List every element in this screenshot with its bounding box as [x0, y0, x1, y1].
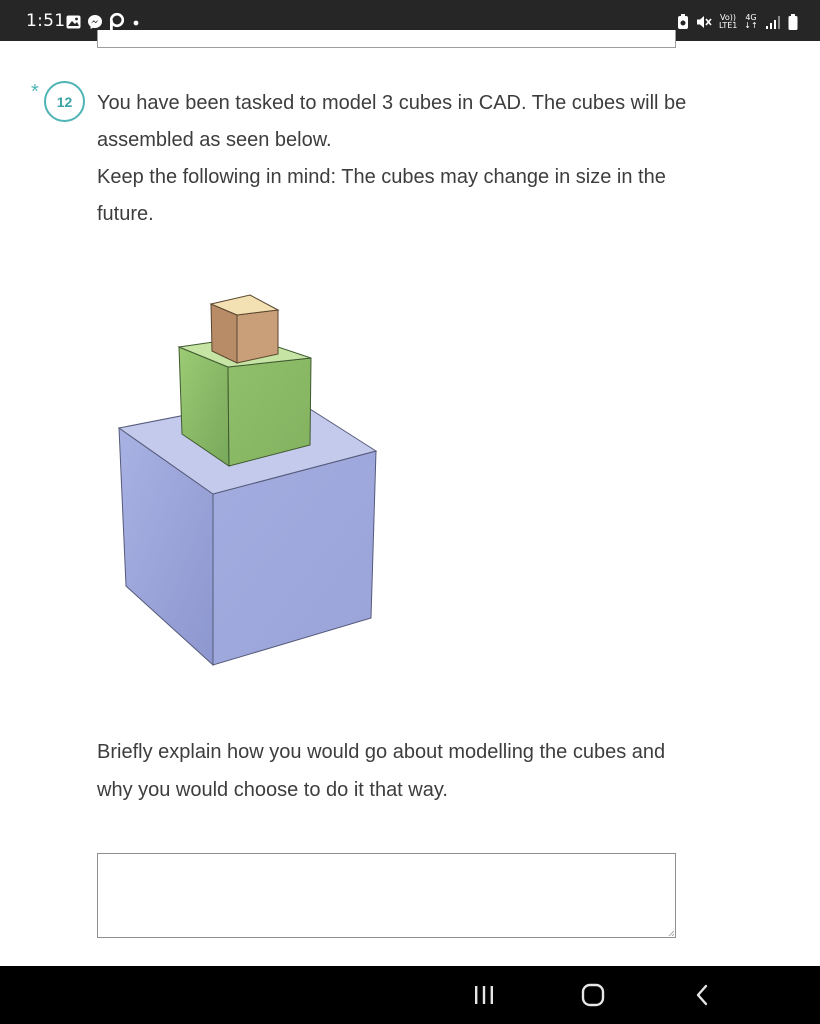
question-text-line2: Keep the following in mind: The cubes ma… [97, 166, 666, 225]
recents-icon [475, 986, 493, 1004]
volte-icon: Vo)) LTE1 [719, 14, 737, 30]
back-icon [696, 984, 708, 1006]
answer-textarea[interactable] [97, 853, 676, 938]
home-button[interactable] [573, 980, 613, 1010]
alarm-icon [678, 14, 688, 29]
resize-handle-icon[interactable] [668, 930, 674, 936]
question-number: 12 [56, 93, 73, 110]
previous-answer-field[interactable] [97, 30, 676, 48]
status-left-icons [66, 13, 141, 31]
signal-icon [766, 16, 780, 29]
top-cube [209, 294, 280, 364]
network-4g-icon: 4G ↓↑ [744, 13, 758, 30]
messenger-icon [88, 15, 102, 29]
battery-icon [788, 14, 798, 30]
p-app-icon [109, 13, 125, 30]
navigation-bar [0, 966, 820, 1024]
mute-icon [697, 16, 712, 28]
back-button[interactable] [682, 980, 722, 1010]
answer-prompt: Briefly explain how you would go about m… [97, 741, 666, 801]
dot-icon [133, 20, 139, 26]
question-text-line1: You have been tasked to model 3 cubes in… [97, 92, 687, 151]
question-text: You have been tasked to model 3 cubes in… [97, 85, 687, 233]
question-number-badge: 12 [44, 81, 85, 122]
status-right-icons: Vo)) LTE1 4G ↓↑ [677, 12, 798, 32]
lte-label: LTE1 [719, 21, 738, 30]
stacked-cubes-image [113, 288, 383, 672]
home-icon [581, 983, 605, 1007]
status-time: 1:51 [26, 11, 66, 31]
required-mark: * [31, 81, 39, 103]
recents-button[interactable] [464, 980, 504, 1010]
gallery-icon [66, 15, 81, 29]
